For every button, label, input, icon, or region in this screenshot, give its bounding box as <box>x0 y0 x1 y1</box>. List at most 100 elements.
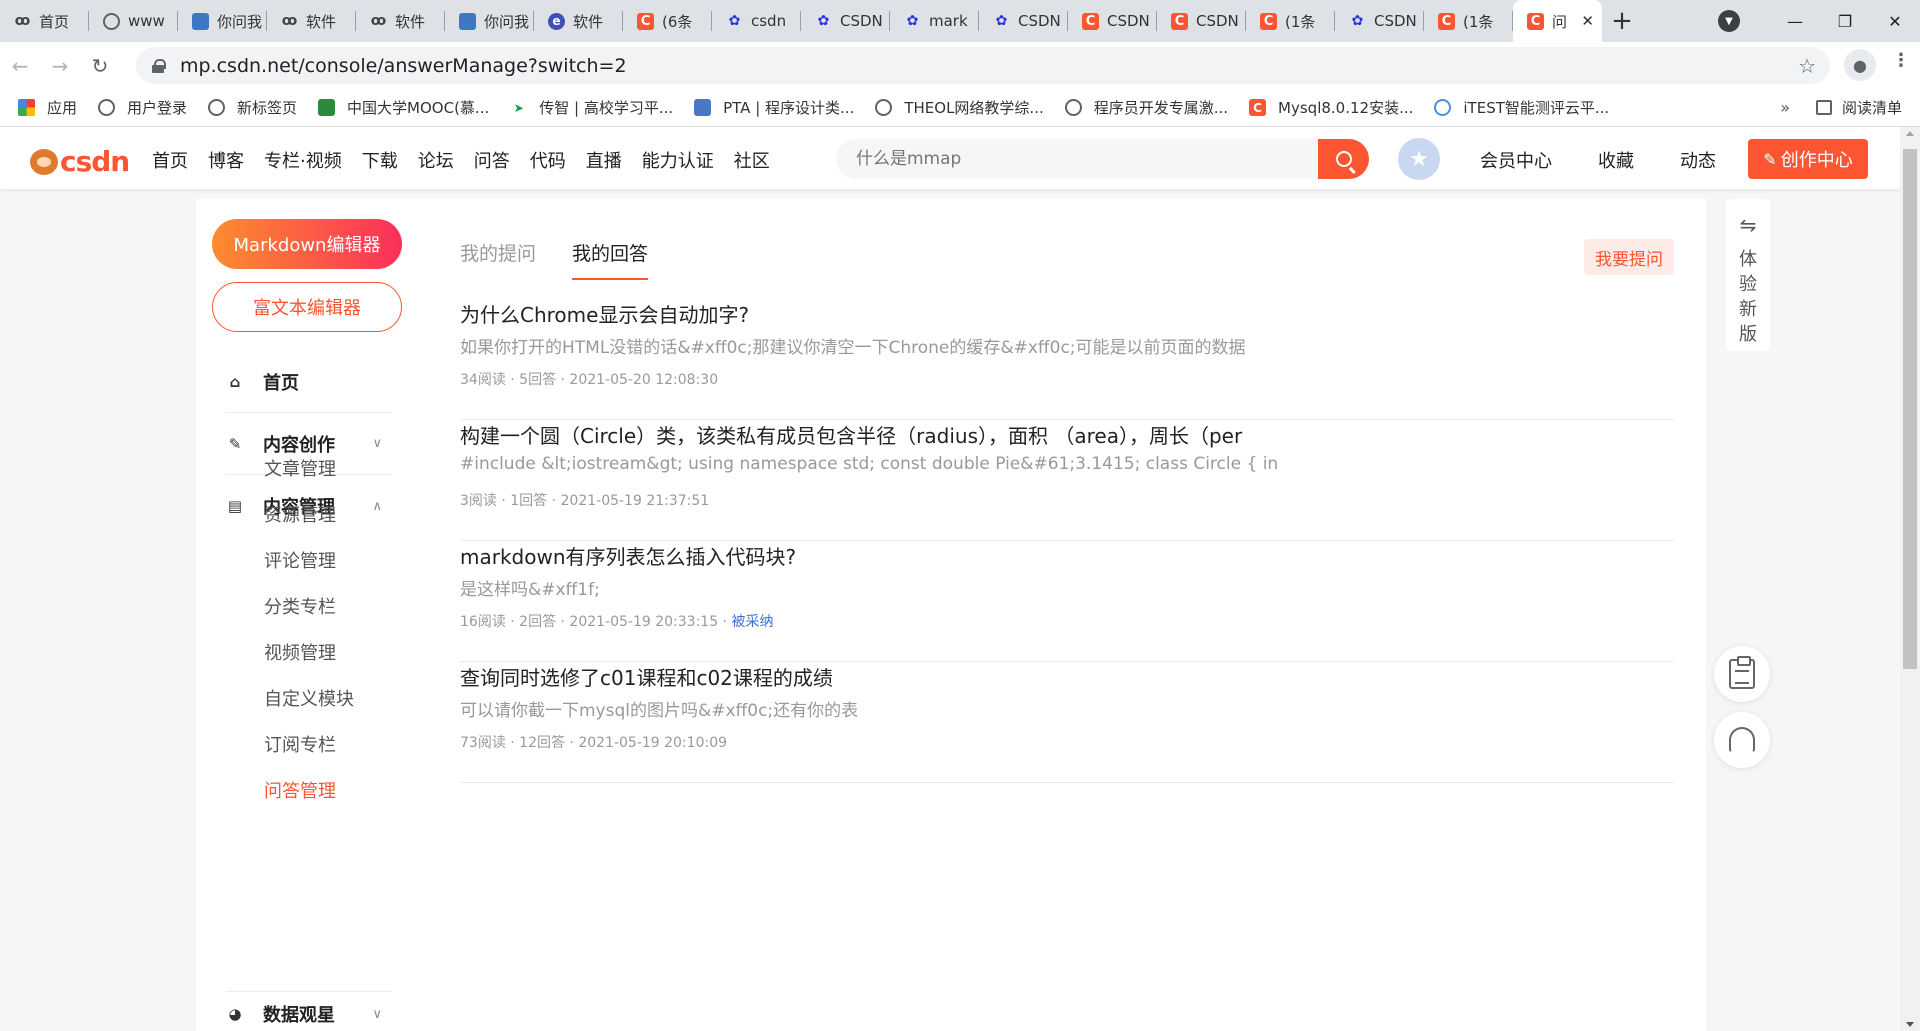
browser-tab[interactable]: 你问我 <box>178 0 267 42</box>
feedback-button[interactable] <box>1714 646 1770 702</box>
sidebar-item-data[interactable]: ◕ 数据观星 ∨ <box>226 994 392 1031</box>
main-nav-item[interactable]: 代码 <box>530 147 566 173</box>
answer-excerpt[interactable]: #include &lt;iostream&gt; using namespac… <box>460 454 1278 474</box>
new-tab-button[interactable]: + <box>1602 0 1642 42</box>
tab-search-button[interactable]: ▼ <box>1718 10 1740 32</box>
answer-excerpt[interactable]: 如果你打开的HTML没错的话&#xff0c;那建议你清空一下Chrone的缓存&… <box>460 333 1246 358</box>
browser-tab[interactable]: ✿ CSDN <box>1335 0 1424 42</box>
browser-tab[interactable]: C (6条 <box>623 0 712 42</box>
markdown-editor-button[interactable]: Markdown编辑器 <box>212 219 402 269</box>
bookmark-item[interactable]: 中国大学MOOC(慕... <box>318 97 489 118</box>
bookmark-item[interactable]: PTA | 程序设计类... <box>694 97 854 118</box>
reading-list-button[interactable]: 阅读清单 <box>1815 97 1902 118</box>
browser-tab[interactable]: C CSDN <box>1157 0 1246 42</box>
answer-list-item[interactable]: 查询同时选修了c01课程和c02课程的成绩可以请你截一下mysql的图片吗&#x… <box>460 662 1674 783</box>
scroll-down-arrow-icon[interactable] <box>1906 1022 1914 1027</box>
main-nav-item[interactable]: 博客 <box>208 147 244 173</box>
question-title[interactable]: markdown有序列表怎么插入代码块? <box>460 541 796 570</box>
user-nav-item[interactable]: 收藏 <box>1598 147 1657 173</box>
sidebar-subitem[interactable]: 文章管理 <box>264 455 336 481</box>
user-nav-item[interactable]: 动态 <box>1680 147 1739 173</box>
browser-tab[interactable]: ✿ csdn <box>712 0 801 42</box>
main-nav-item[interactable]: 专栏·视频 <box>264 147 342 173</box>
minimize-button[interactable]: — <box>1770 0 1820 42</box>
sidebar-subitem[interactable]: 评论管理 <box>264 547 336 573</box>
browser-tab[interactable]: www <box>89 0 178 42</box>
lock-icon[interactable] <box>152 58 166 73</box>
url-text[interactable]: mp.csdn.net/console/answerManage?switch=… <box>180 55 627 77</box>
main-nav-item[interactable]: 下载 <box>362 147 398 173</box>
main-nav-item[interactable]: 首页 <box>152 147 188 173</box>
bookmark-star-icon[interactable]: ☆ <box>1798 54 1816 78</box>
bookmark-item[interactable]: THEOL网络教学综... <box>875 97 1044 118</box>
sidebar-subitem[interactable]: 视频管理 <box>264 639 336 665</box>
browser-tab[interactable]: C 问 ✕ <box>1513 0 1602 42</box>
bookmark-item[interactable]: 应用 <box>18 97 77 118</box>
bookmarks-overflow-button[interactable]: » <box>1780 98 1790 117</box>
browser-tab[interactable]: C CSDN <box>1068 0 1157 42</box>
answer-excerpt[interactable]: 是这样吗&#xff1f; <box>460 575 600 600</box>
sidebar-subitem[interactable]: 问答管理 <box>264 777 336 803</box>
browser-tab[interactable]: C (1条 <box>1246 0 1335 42</box>
search-button[interactable] <box>1318 139 1369 179</box>
search-input[interactable] <box>856 149 1328 169</box>
browser-tab[interactable]: ꝏ 软件 <box>267 0 356 42</box>
browser-tab[interactable]: ✿ CSDN <box>801 0 890 42</box>
scroll-up-arrow-icon[interactable] <box>1906 131 1914 136</box>
try-new-version-panel[interactable]: ⇋ 体 验 新 版 <box>1726 199 1770 351</box>
bookmark-item[interactable]: 新标签页 <box>208 97 297 118</box>
main-nav-item[interactable]: 问答 <box>474 147 510 173</box>
tab-my-answers[interactable]: 我的回答 <box>572 239 649 280</box>
bookmark-item[interactable]: 用户登录 <box>98 97 187 118</box>
browser-tab-title: 你问我 <box>217 12 263 31</box>
ask-question-button[interactable]: 我要提问 <box>1584 239 1674 275</box>
sidebar-subitem[interactable]: 分类专栏 <box>264 593 336 619</box>
answer-excerpt[interactable]: 可以请你截一下mysql的图片吗&#xff0c;还有你的表 <box>460 696 858 721</box>
browser-tab[interactable]: ✿ mark <box>890 0 979 42</box>
browser-tab[interactable]: e 软件 <box>534 0 623 42</box>
restore-button[interactable]: ❐ <box>1820 0 1870 42</box>
bookmark-item[interactable]: iTEST智能测评云平... <box>1434 97 1609 118</box>
sidebar-subitem[interactable]: 自定义模块 <box>264 685 354 711</box>
main-nav-item[interactable]: 社区 <box>734 147 770 173</box>
reload-button[interactable]: ↻ <box>80 46 120 86</box>
question-title[interactable]: 查询同时选修了c01课程和c02课程的成绩 <box>460 662 833 691</box>
address-bar[interactable]: mp.csdn.net/console/answerManage?switch=… <box>136 47 1830 84</box>
browser-tab[interactable]: ꝏ 软件 <box>356 0 445 42</box>
browser-tab[interactable]: ✿ CSDN <box>979 0 1068 42</box>
page-scrollbar[interactable] <box>1900 127 1920 1031</box>
browser-tab[interactable]: 你问我 <box>445 0 534 42</box>
question-meta: 16阅读 · 2回答 · 2021-05-19 20:33:15 · 被采纳 <box>460 611 773 631</box>
pta-icon <box>694 99 712 116</box>
main-nav-item[interactable]: 能力认证 <box>642 147 714 173</box>
browser-menu-icon[interactable]: ⋮ <box>1892 50 1910 71</box>
bookmark-item[interactable]: C Mysql8.0.12安装... <box>1249 97 1413 118</box>
create-center-button[interactable]: ✎ 创作中心 <box>1748 139 1868 179</box>
answer-list-item[interactable]: 为什么Chrome显示会自动加字? 如果你打开的HTML没错的话&#xff0c;那… <box>460 299 1674 420</box>
close-window-button[interactable]: ✕ <box>1870 0 1920 42</box>
csdn-logo[interactable]: csdn <box>30 145 130 178</box>
scrollbar-thumb[interactable] <box>1903 149 1917 669</box>
bookmark-item[interactable]: ➤ 传智 | 高校学习平... <box>510 97 673 118</box>
customer-service-button[interactable] <box>1714 712 1770 768</box>
question-title[interactable]: 构建一个圆（Circle）类，该类私有成员包含半径（radius），面积 （ar… <box>460 420 1242 449</box>
main-nav-item[interactable]: 直播 <box>586 147 622 173</box>
question-title[interactable]: 为什么Chrome显示会自动加字? <box>460 299 749 328</box>
user-nav-item[interactable]: 会员中心 <box>1480 147 1575 173</box>
answer-list-item[interactable]: 构建一个圆（Circle）类，该类私有成员包含半径（radius），面积 （ar… <box>460 420 1674 541</box>
browser-tab[interactable]: C (1条 <box>1424 0 1513 42</box>
richtext-editor-button[interactable]: 富文本编辑器 <box>212 282 402 332</box>
sidebar-subitem[interactable]: 资源管理 <box>264 501 336 527</box>
profile-avatar[interactable]: ● <box>1844 49 1876 81</box>
main-nav-item[interactable]: 论坛 <box>418 147 454 173</box>
tab-my-questions[interactable]: 我的提问 <box>460 239 536 280</box>
back-button[interactable]: ← <box>0 46 40 86</box>
user-avatar[interactable]: ★ <box>1398 138 1440 180</box>
forward-button[interactable]: → <box>40 46 80 86</box>
bookmark-item[interactable]: 程序员开发专属激... <box>1064 97 1228 118</box>
sidebar-item-home[interactable]: ⌂ 首页 <box>226 351 392 413</box>
answer-list-item[interactable]: markdown有序列表怎么插入代码块? 是这样吗&#xff1f; 16阅读 · 2… <box>460 541 1674 662</box>
sidebar-subitem[interactable]: 订阅专栏 <box>264 731 336 757</box>
close-tab-icon[interactable]: ✕ <box>1581 12 1594 30</box>
browser-tab[interactable]: ꝏ 首页 <box>0 0 89 42</box>
